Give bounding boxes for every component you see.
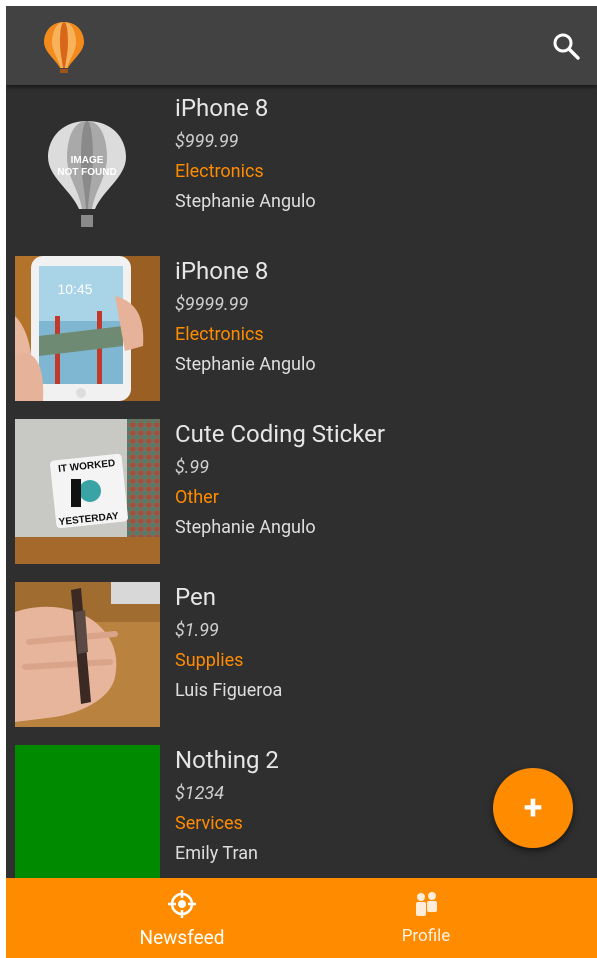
- phone-time-text: 10:45: [57, 281, 92, 297]
- listing-title: iPhone 8: [175, 257, 269, 285]
- listing-seller: Stephanie Angulo: [175, 354, 316, 375]
- listing-category: Other: [175, 487, 219, 508]
- listing-category: Services: [175, 813, 243, 834]
- pen-photo: [15, 582, 160, 727]
- app-bar: [6, 6, 597, 85]
- listing-seller: Luis Figueroa: [175, 680, 283, 701]
- listing-item[interactable]: IMAGE NOT FOUND iPhone 8 $999.99 Electro…: [6, 85, 597, 248]
- listing-category: Electronics: [175, 324, 264, 345]
- listing-item[interactable]: IT WORKED YESTERDAY Cute Coding Sticker …: [6, 411, 597, 574]
- green-image: [15, 745, 160, 878]
- listing-category: Electronics: [175, 161, 264, 182]
- listing-item[interactable]: Pen $1.99 Supplies Luis Figueroa: [6, 574, 597, 737]
- listing-price: $1234: [175, 783, 225, 804]
- search-icon[interactable]: [550, 30, 582, 62]
- image-not-found-placeholder: IMAGE NOT FOUND: [15, 93, 160, 238]
- listing-price: $9999.99: [175, 294, 249, 315]
- sticker-photo: IT WORKED YESTERDAY: [15, 419, 160, 564]
- nav-newsfeed[interactable]: Newsfeed: [82, 878, 282, 958]
- app-frame: IMAGE NOT FOUND iPhone 8 $999.99 Electro…: [6, 6, 597, 958]
- placeholder-text-line1: IMAGE: [71, 155, 104, 166]
- listing-title: Pen: [175, 583, 216, 611]
- placeholder-text-line2: NOT FOUND: [57, 167, 116, 178]
- listing-price: $.99: [175, 457, 210, 478]
- listing-category: Supplies: [175, 650, 244, 671]
- nav-newsfeed-label: Newsfeed: [139, 926, 225, 949]
- listing-seller: Stephanie Angulo: [175, 191, 316, 212]
- hot-air-balloon-icon[interactable]: [42, 20, 86, 74]
- nav-profile-label: Profile: [401, 926, 451, 946]
- listing-title: Nothing 2: [175, 746, 279, 774]
- listing-seller: Stephanie Angulo: [175, 517, 316, 538]
- listing-title: Cute Coding Sticker: [175, 420, 386, 448]
- listing-title: iPhone 8: [175, 94, 269, 122]
- crosshair-icon: [168, 890, 196, 918]
- listing-price: $999.99: [175, 131, 239, 152]
- nav-profile[interactable]: Profile: [326, 878, 526, 958]
- people-icon: [416, 892, 437, 916]
- phone-photo: 10:45: [15, 256, 160, 401]
- listing-price: $1.99: [175, 620, 219, 641]
- add-listing-button[interactable]: +: [493, 768, 573, 848]
- listing-item[interactable]: 10:45 iPhone 8 $9999.99 Electronics Step…: [6, 248, 597, 411]
- listing-seller: Emily Tran: [175, 843, 258, 864]
- listing-feed[interactable]: IMAGE NOT FOUND iPhone 8 $999.99 Electro…: [6, 85, 597, 878]
- bottom-navigation: Newsfeed Profile: [6, 878, 597, 958]
- plus-icon: +: [523, 788, 543, 828]
